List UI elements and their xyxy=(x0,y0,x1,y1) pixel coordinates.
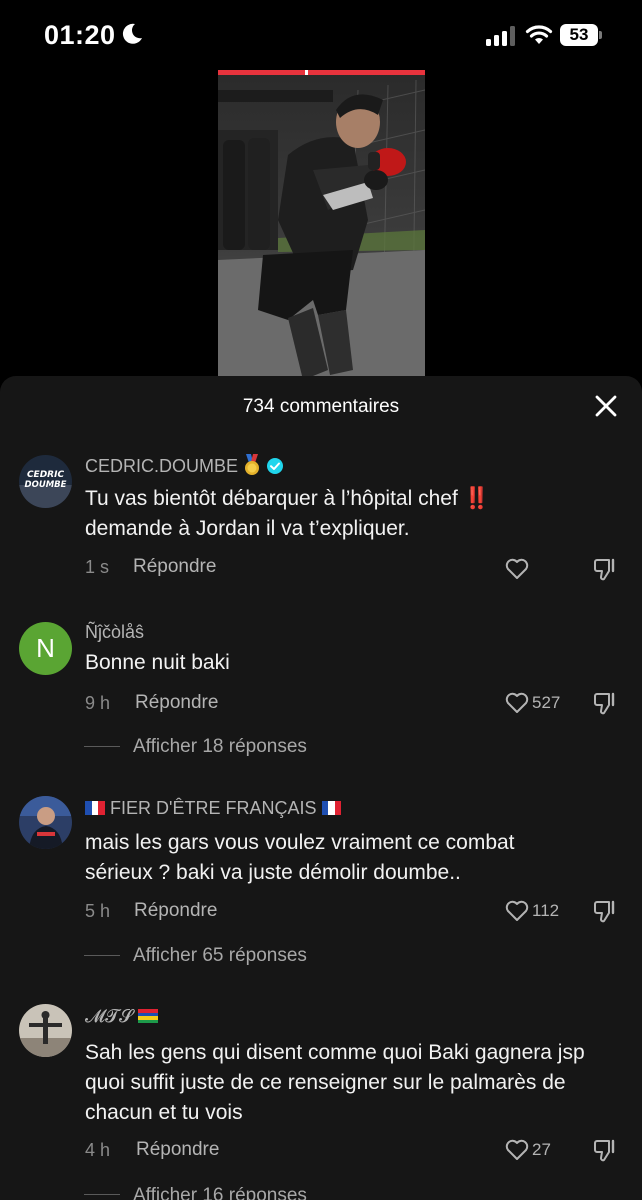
wifi-icon xyxy=(525,25,553,44)
comment-text: Sah les gens qui disent comme quoi Baki … xyxy=(85,1041,585,1124)
double-exclamation-icon: ‼️ xyxy=(463,487,490,510)
dislike-icon[interactable] xyxy=(593,898,619,924)
like-count: 527 xyxy=(532,693,561,712)
battery-icon: 53 xyxy=(560,24,602,46)
comment-time: 1 s xyxy=(85,557,110,577)
status-bar: 01:20 53 xyxy=(0,0,642,70)
svg-text:DOUMBE: DOUMBE xyxy=(25,480,67,490)
like-count: 112 xyxy=(532,901,560,920)
comment-time: 4 h xyxy=(85,1140,111,1160)
view-replies-button[interactable]: Afficher 65 réponses xyxy=(133,945,307,967)
reply-button[interactable]: Répondre xyxy=(133,556,216,578)
comment-time: 5 h xyxy=(85,901,111,921)
comment-time: 9 h xyxy=(85,693,111,713)
replies-divider xyxy=(84,955,120,956)
like-button[interactable] xyxy=(504,556,530,582)
fighter-shadowboxing-thumbnail xyxy=(218,70,425,380)
verified-icon xyxy=(267,458,284,474)
comment-item: CEDRIC DOUMBE CEDRIC.DOUMBE Tu vas bient… xyxy=(0,452,642,582)
view-replies-button[interactable]: Afficher 18 réponses xyxy=(133,736,307,758)
like-button[interactable]: 527 xyxy=(504,690,560,716)
like-button[interactable]: 27 xyxy=(504,1137,551,1163)
avatar[interactable] xyxy=(19,1004,72,1057)
video-progress-marker xyxy=(305,70,308,75)
status-time: 01:20 xyxy=(44,20,116,50)
comment-item: 𝓜𝓣𝓢 Sah les gens qui disent comme quoi B… xyxy=(0,1004,642,1200)
comment-username[interactable]: CEDRIC.DOUMBE xyxy=(85,454,284,477)
reply-button[interactable]: Répondre xyxy=(135,692,218,714)
like-count: 27 xyxy=(532,1140,551,1159)
moon-icon xyxy=(122,23,142,44)
svg-text:CEDRIC: CEDRIC xyxy=(27,470,65,480)
dislike-icon[interactable] xyxy=(593,690,619,716)
comment-item: N Ñĵčòlåŝ Bonne nuit baki 9 h Répondre 5… xyxy=(0,620,642,770)
france-flag-icon xyxy=(85,801,105,815)
comment-username[interactable]: 𝓜𝓣𝓢 xyxy=(85,1006,158,1027)
heart-icon xyxy=(505,1139,529,1160)
comments-count-title: 734 commentaires xyxy=(242,396,400,417)
video-preview[interactable] xyxy=(218,70,425,380)
comment-username[interactable]: FIER D'ÊTRE FRANÇAIS xyxy=(85,798,342,819)
view-replies-button[interactable]: Afficher 16 réponses xyxy=(133,1185,307,1200)
close-icon[interactable] xyxy=(592,392,620,420)
replies-divider xyxy=(84,1194,120,1195)
comment-text: Tu vas bientôt débarquer à l’hôpital che… xyxy=(85,487,490,540)
france-flag-icon xyxy=(321,801,342,815)
avatar[interactable]: N xyxy=(19,622,72,675)
avatar[interactable]: CEDRIC DOUMBE xyxy=(19,455,72,508)
comment-item: FIER D'ÊTRE FRANÇAIS mais les gars vous … xyxy=(0,796,642,966)
replies-divider xyxy=(84,746,120,747)
comment-text: mais les gars vous voulez vraiment ce co… xyxy=(85,831,515,884)
mauritius-flag-icon xyxy=(137,1009,158,1023)
dislike-icon[interactable] xyxy=(593,556,619,582)
comment-text: Bonne nuit baki xyxy=(85,651,230,674)
comments-sheet: 734 commentaires CEDRIC DOUMBE CEDRIC.DO… xyxy=(0,376,642,1200)
comment-username[interactable]: Ñĵčòlåŝ xyxy=(85,622,144,643)
heart-icon xyxy=(505,692,529,713)
reply-button[interactable]: Répondre xyxy=(136,1139,219,1161)
battery-level: 53 xyxy=(560,24,598,46)
medal-icon xyxy=(245,454,260,475)
signal-icon xyxy=(486,26,515,46)
reply-button[interactable]: Répondre xyxy=(134,900,217,922)
video-progress-bar[interactable] xyxy=(218,70,425,75)
avatar[interactable] xyxy=(19,796,72,849)
dislike-icon[interactable] xyxy=(593,1137,619,1163)
like-button[interactable]: 112 xyxy=(504,898,559,924)
heart-icon xyxy=(505,900,529,921)
heart-icon xyxy=(505,558,529,579)
